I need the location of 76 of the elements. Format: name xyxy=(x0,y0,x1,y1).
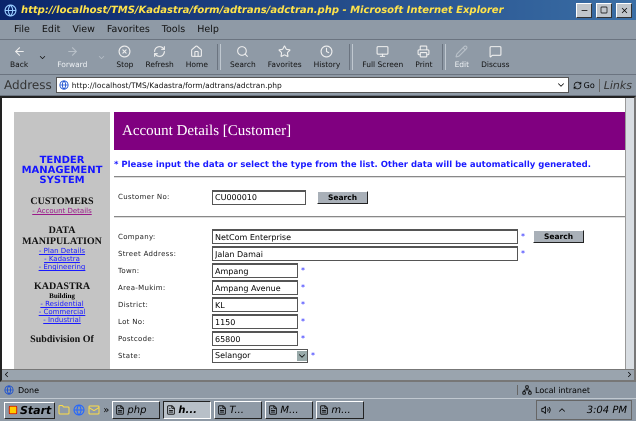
input-field[interactable]: 1150 xyxy=(212,314,298,329)
input-field[interactable]: NetCom Enterprise xyxy=(212,229,518,244)
scroll-right-icon[interactable] xyxy=(625,370,634,379)
monitor-icon xyxy=(376,45,390,58)
required-mark: * xyxy=(301,283,305,292)
stop-icon xyxy=(118,45,132,58)
restore-button[interactable] xyxy=(596,2,612,18)
clock-text: 3:04 PM xyxy=(586,404,627,416)
vertical-scrollbar[interactable] xyxy=(625,98,634,369)
speaker-icon[interactable] xyxy=(540,405,551,415)
horizontal-scrollbar[interactable] xyxy=(2,369,634,380)
menu-item[interactable]: File xyxy=(10,24,34,35)
links-button[interactable]: Links xyxy=(598,78,632,92)
forward-arrow-icon xyxy=(66,45,79,58)
pencil-icon xyxy=(455,45,468,58)
taskbar-button[interactable]: M... xyxy=(265,401,314,419)
minimize-button[interactable] xyxy=(576,2,592,18)
taskbar-button[interactable]: php xyxy=(112,401,160,419)
page-header: Account Details [Customer] xyxy=(114,112,625,150)
menu-item[interactable]: Help xyxy=(193,24,223,35)
site-logo: TENDER MANAGEMENT SYSTEM xyxy=(20,156,104,186)
document-icon xyxy=(217,405,228,415)
status-text: Done xyxy=(18,386,40,394)
required-mark: * xyxy=(521,249,525,258)
home-icon xyxy=(190,45,204,58)
start-button[interactable]: Start xyxy=(4,402,56,418)
page-icon xyxy=(58,80,69,90)
scroll-left-icon[interactable] xyxy=(2,370,11,379)
go-arrow-icon xyxy=(572,80,582,90)
close-icon xyxy=(620,6,628,14)
back-arrow-icon xyxy=(12,45,26,58)
chat-icon xyxy=(488,45,502,58)
menu-item[interactable]: Favorites xyxy=(102,24,154,35)
document-icon xyxy=(319,405,330,415)
input-field[interactable]: KL xyxy=(212,297,298,312)
page-icon xyxy=(4,385,14,395)
menu-item[interactable]: View xyxy=(68,24,99,35)
section-title: KADASTRA xyxy=(34,281,90,292)
required-mark: * xyxy=(301,317,305,326)
document-icon xyxy=(268,405,278,415)
taskbar-button[interactable]: T... xyxy=(214,401,262,419)
restore-icon xyxy=(600,6,608,14)
input-field[interactable]: Ampang Avenue xyxy=(212,280,298,295)
clock-icon xyxy=(320,45,334,58)
menu-item[interactable]: Tools xyxy=(158,24,190,35)
more-button[interactable]: » xyxy=(103,404,110,416)
window-title: http://localhost/TMS/Kadastra/form/adtrans/adctran.php - Microsoft Internet Explorer xyxy=(21,4,505,16)
refresh-icon xyxy=(153,45,166,58)
zone-indicator: Local intranet xyxy=(517,385,632,395)
required-mark: * xyxy=(301,300,305,309)
required-mark: * xyxy=(301,334,305,343)
input-field[interactable]: Ampang xyxy=(212,263,298,278)
network-icon xyxy=(522,385,532,395)
printer-icon xyxy=(417,45,430,58)
search-icon xyxy=(236,45,250,58)
input-field[interactable]: 65800 xyxy=(212,331,298,346)
taskbar-button[interactable]: m... xyxy=(316,401,364,419)
section-title: DATA MANIPULATION xyxy=(21,225,103,248)
notice-text: * Please input the data or select the type from the list. Other data will be automatically generated. xyxy=(114,160,592,170)
input-field[interactable]: CU000010 xyxy=(212,190,306,204)
address-label: Address xyxy=(4,78,52,92)
required-mark: * xyxy=(521,232,525,241)
document-icon xyxy=(115,405,126,415)
close-button[interactable] xyxy=(616,2,632,18)
star-icon xyxy=(278,45,292,58)
section-title: Subdivision Of xyxy=(30,334,94,346)
globe-icon xyxy=(4,4,17,16)
required-mark: * xyxy=(301,266,305,275)
menu-item[interactable]: Edit xyxy=(38,24,64,35)
taskbar-button[interactable]: h... xyxy=(163,401,212,419)
section-title: CUSTOMERS xyxy=(30,196,94,207)
required-mark: * xyxy=(311,351,315,360)
select-field[interactable]: Selangor xyxy=(212,348,308,362)
dropdown-icon[interactable] xyxy=(297,350,307,360)
document-icon xyxy=(166,405,176,415)
go-button[interactable]: Go xyxy=(572,80,595,90)
